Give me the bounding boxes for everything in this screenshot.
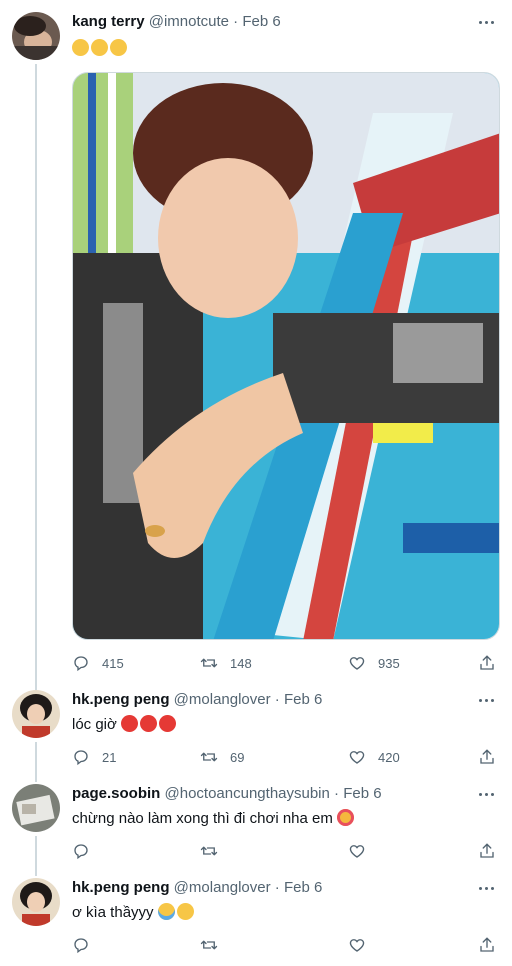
- retweet-count: 148: [230, 655, 252, 671]
- reply-button[interactable]: [72, 841, 90, 861]
- devil-emoji: [159, 715, 177, 732]
- avatar[interactable]: [12, 878, 60, 926]
- tweet-2[interactable]: hk.peng peng @molanglover · Feb 6 lóc gi…: [0, 690, 512, 782]
- tweet-actions: [72, 935, 500, 955]
- share-button[interactable]: [478, 841, 496, 861]
- display-name[interactable]: kang terry: [72, 13, 145, 30]
- more-options-icon[interactable]: [476, 12, 496, 32]
- display-name[interactable]: hk.peng peng: [72, 879, 170, 896]
- grinning-sweat-emoji: [91, 39, 108, 56]
- user-handle[interactable]: @molanglover: [174, 879, 271, 896]
- tweet-photo[interactable]: [72, 72, 500, 640]
- like-button[interactable]: [348, 841, 366, 861]
- tweet-date[interactable]: Feb 6: [284, 691, 322, 708]
- retweet-button[interactable]: 148: [200, 653, 252, 673]
- tweet-header: page.soobin @hoctoancungthaysubin · Feb …: [72, 784, 382, 804]
- thread-line: [35, 64, 37, 690]
- like-button[interactable]: 420: [348, 747, 400, 767]
- reply-icon: [74, 938, 88, 954]
- separator-dot: ·: [233, 13, 239, 30]
- reply-button[interactable]: [72, 935, 90, 955]
- smiling-blush-emoji: [176, 903, 194, 920]
- more-options-icon[interactable]: [476, 878, 496, 898]
- grinning-sweat-emoji: [72, 39, 89, 56]
- retweet-button[interactable]: 69: [200, 747, 244, 767]
- retweet-icon: [200, 752, 218, 762]
- retweet-icon: [200, 846, 218, 856]
- smiling-hearts-emoji: [337, 809, 355, 826]
- retweet-icon: [200, 940, 218, 950]
- tweet-text-content: lóc giờ: [72, 716, 117, 733]
- share-icon: [480, 843, 494, 858]
- tweet-date[interactable]: Feb 6: [343, 785, 381, 802]
- user-handle[interactable]: @molanglover: [174, 691, 271, 708]
- tweet-date[interactable]: Feb 6: [242, 13, 280, 30]
- devil-emoji: [140, 715, 158, 732]
- tweet-3[interactable]: page.soobin @hoctoancungthaysubin · Feb …: [0, 784, 512, 876]
- heart-icon: [349, 845, 365, 858]
- share-icon: [480, 749, 494, 764]
- tweet-actions: 21 69 420: [72, 747, 500, 767]
- reply-icon: [74, 844, 88, 860]
- retweet-button[interactable]: [200, 935, 218, 955]
- tweet-header: hk.peng peng @molanglover · Feb 6: [72, 690, 322, 710]
- display-name[interactable]: hk.peng peng: [72, 691, 170, 708]
- heart-icon: [349, 939, 365, 952]
- tweet-text: [72, 39, 129, 59]
- share-icon: [480, 937, 494, 952]
- retweet-count: 69: [230, 749, 245, 765]
- heart-icon: [349, 751, 365, 764]
- tweet-actions: 415 148 935: [72, 653, 500, 673]
- loudly-crying-emoji: [157, 903, 175, 920]
- reply-button[interactable]: 21: [72, 747, 116, 767]
- tweet-text: lóc giờ: [72, 715, 178, 735]
- retweet-button[interactable]: [200, 841, 218, 861]
- display-name[interactable]: page.soobin: [72, 785, 160, 802]
- separator-dot: ·: [334, 785, 340, 802]
- tweet-date[interactable]: Feb 6: [284, 879, 322, 896]
- more-options-icon[interactable]: [476, 690, 496, 710]
- share-button[interactable]: [478, 653, 496, 673]
- tweet-text: chừng nào làm xong thì đi chơi nha em: [72, 809, 356, 829]
- like-count: 420: [378, 749, 400, 765]
- separator-dot: ·: [274, 691, 280, 708]
- avatar[interactable]: [12, 690, 60, 738]
- tweet-1[interactable]: kang terry @imnotcute · Feb 6 415 148 93…: [0, 0, 512, 690]
- like-count: 935: [378, 655, 400, 671]
- user-handle[interactable]: @imnotcute: [149, 13, 229, 30]
- like-button[interactable]: [348, 935, 366, 955]
- devil-emoji: [121, 715, 139, 732]
- reply-count: 415: [102, 655, 124, 671]
- tweet-header: kang terry @imnotcute · Feb 6: [72, 12, 281, 32]
- like-button[interactable]: 935: [348, 653, 400, 673]
- tweet-actions: [72, 841, 500, 861]
- more-options-icon[interactable]: [476, 784, 496, 804]
- tweet-text-content: ơ kìa thầyyy: [72, 904, 154, 921]
- tweet-text-content: chừng nào làm xong thì đi chơi nha em: [72, 810, 333, 827]
- grinning-sweat-emoji: [110, 39, 127, 56]
- tweet-4[interactable]: hk.peng peng @molanglover · Feb 6 ơ kìa …: [0, 878, 512, 966]
- avatar[interactable]: [12, 12, 60, 60]
- reply-button[interactable]: 415: [72, 653, 124, 673]
- thread-line: [35, 836, 37, 876]
- avatar[interactable]: [12, 784, 60, 832]
- tweet-header: hk.peng peng @molanglover · Feb 6: [72, 878, 322, 898]
- retweet-icon: [200, 658, 218, 668]
- user-handle[interactable]: @hoctoancungthaysubin: [165, 785, 330, 802]
- tweet-text: ơ kìa thầyyy: [72, 903, 196, 923]
- heart-icon: [349, 657, 365, 670]
- reply-icon: [74, 750, 88, 766]
- separator-dot: ·: [274, 879, 280, 896]
- share-button[interactable]: [478, 747, 496, 767]
- reply-icon: [74, 656, 88, 672]
- share-icon: [480, 655, 494, 670]
- reply-count: 21: [102, 749, 117, 765]
- thread-line: [35, 742, 37, 782]
- share-button[interactable]: [478, 935, 496, 955]
